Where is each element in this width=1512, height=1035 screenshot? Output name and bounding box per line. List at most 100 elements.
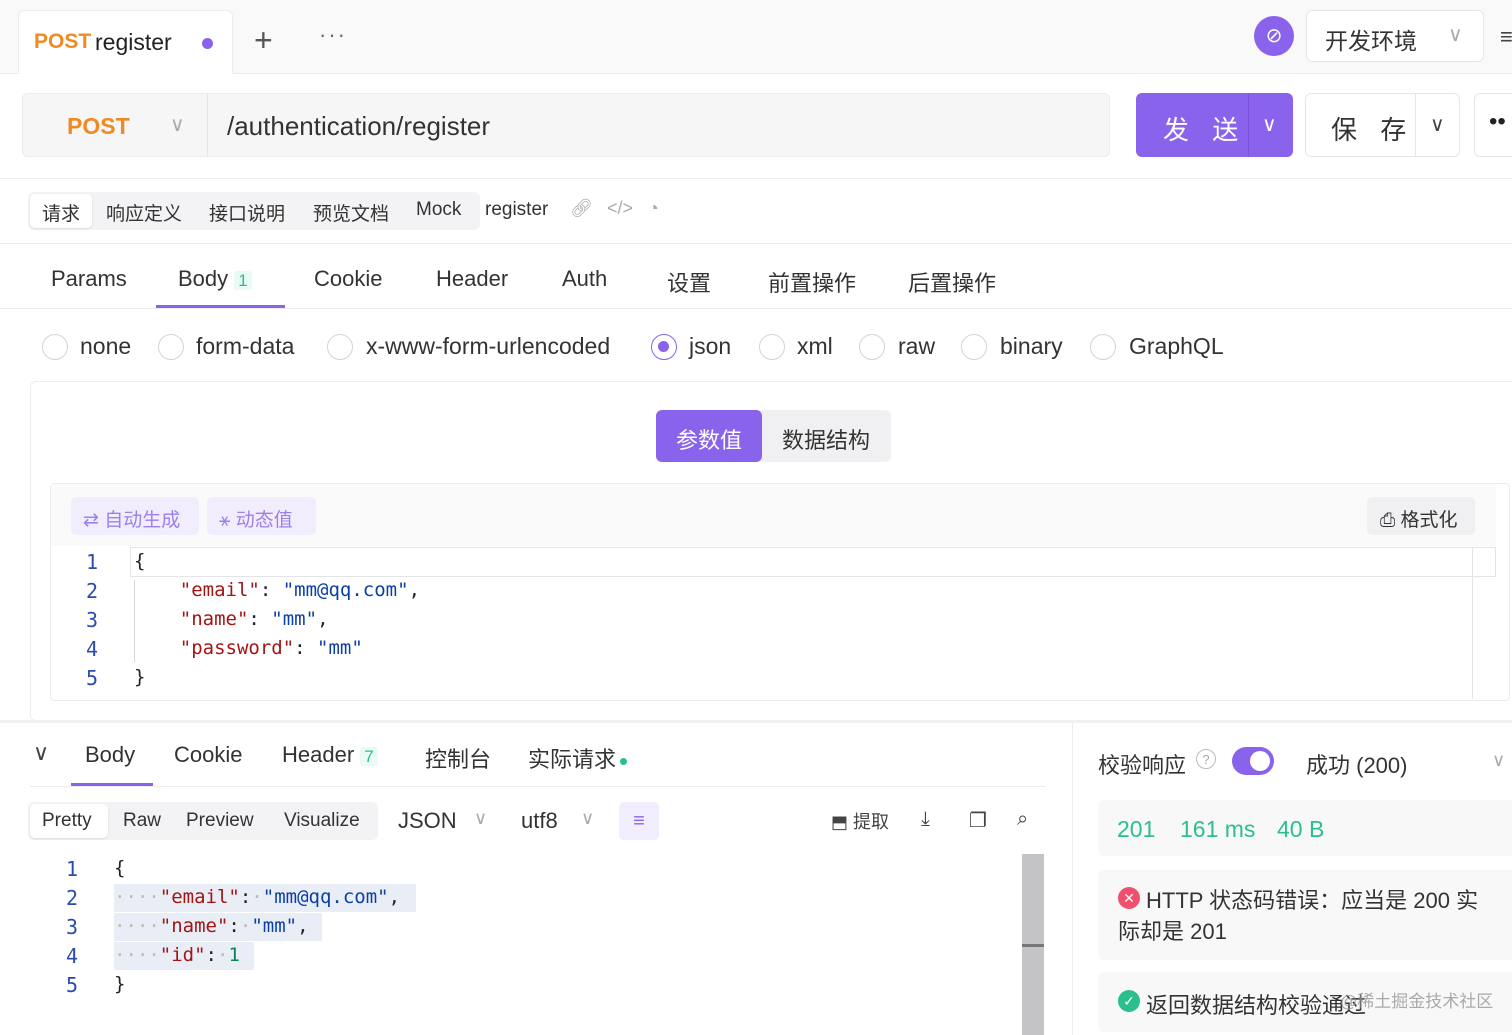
resp-tab-header-label: Header <box>282 742 355 767</box>
chevron-down-icon: ∨ <box>474 808 488 828</box>
radio-binary[interactable] <box>961 334 987 360</box>
line-number: 4 <box>65 944 78 968</box>
radio-label-raw: raw <box>898 333 936 359</box>
download-icon[interactable]: ⤓ <box>921 808 930 831</box>
view-raw[interactable]: Raw <box>123 810 161 832</box>
resp-tab-actual-request[interactable]: 实际请求 <box>528 742 628 774</box>
tab-method: POST <box>34 30 92 53</box>
line-number: 1 <box>65 857 78 881</box>
radio-label-xml: xml <box>797 333 833 359</box>
radio-label-binary: binary <box>1000 333 1063 359</box>
code-line: ····"name":·"mm", <box>114 915 309 937</box>
divider <box>0 243 1512 244</box>
tab-body[interactable]: Body 1 <box>178 266 252 292</box>
extract-button[interactable]: ⬒ 提取 <box>831 808 889 834</box>
resp-tab-body[interactable]: Body <box>85 742 135 768</box>
radio-label-graphql: GraphQL <box>1129 333 1224 359</box>
format-select[interactable]: JSON <box>398 808 457 834</box>
doc-tab-request[interactable]: 请求 <box>42 199 80 226</box>
code-line: { <box>114 857 126 879</box>
divider <box>0 308 1512 309</box>
resp-tab-cookie[interactable]: Cookie <box>174 742 242 768</box>
success-message: 返回数据结构校验通过 <box>1146 993 1367 1018</box>
save-options-chevron-icon[interactable]: ∨ <box>1430 112 1445 137</box>
chevron-down-icon: ∨ <box>1448 24 1463 46</box>
watermark: @稀土掘金技术社区 <box>1340 992 1494 1011</box>
send-divider <box>1248 93 1249 157</box>
tab-post-actions[interactable]: 后置操作 <box>908 266 996 298</box>
response-time: 161 ms <box>1180 816 1256 842</box>
tab-settings[interactable]: 设置 <box>667 266 711 298</box>
view-visualize[interactable]: Visualize <box>284 810 360 832</box>
radio-label-json: json <box>689 333 732 359</box>
scrollbar-marker <box>1022 944 1044 947</box>
api-name[interactable]: register <box>485 199 548 221</box>
radio-form-data[interactable] <box>158 334 184 360</box>
tab-auth[interactable]: Auth <box>562 266 607 292</box>
send-options-chevron-icon[interactable]: ∨ <box>1262 112 1277 137</box>
view-pretty[interactable]: Pretty <box>42 810 92 832</box>
menu-icon[interactable]: ≡ <box>1500 24 1512 50</box>
error-message: HTTP 状态码错误：应当是 200 实际却是 201 <box>1118 888 1479 944</box>
copy-icon[interactable]: ❐ <box>969 808 987 833</box>
search-icon[interactable]: ⌕ <box>1017 808 1028 831</box>
line-number: 3 <box>85 608 98 632</box>
tab-pre-actions[interactable]: 前置操作 <box>768 266 856 298</box>
chevron-down-icon: ∨ <box>1492 750 1506 770</box>
tab-body-label: Body <box>178 266 229 291</box>
tab-cookie[interactable]: Cookie <box>314 266 382 292</box>
tab-params[interactable]: Params <box>51 266 127 292</box>
more-tabs-icon[interactable]: ··· <box>319 22 347 48</box>
radio-label-form-data: form-data <box>196 333 295 359</box>
new-tab-plus-icon[interactable]: + <box>254 24 273 56</box>
code-line: } <box>134 666 146 688</box>
radio-none[interactable] <box>42 334 68 360</box>
resp-tab-console[interactable]: 控制台 <box>425 742 491 774</box>
validate-response-label: 校验响应 <box>1098 753 1187 778</box>
encoding-select[interactable]: utf8 <box>521 808 558 834</box>
radio-json[interactable] <box>651 334 677 360</box>
word-wrap-icon[interactable]: ≡ <box>619 802 659 840</box>
resp-tab-header[interactable]: Header 7 <box>282 742 378 768</box>
body-count-badge: 1 <box>234 271 252 290</box>
auto-generate-label: ⇄ 自动生成 <box>83 510 181 531</box>
more-dots-icon: •• <box>1489 108 1506 135</box>
history-icon[interactable]: ◔ <box>648 198 659 219</box>
mode-param-value[interactable]: 参数值 <box>676 423 742 455</box>
radio-urlencoded[interactable] <box>327 334 353 360</box>
doc-tab-preview-doc[interactable]: 预览文档 <box>313 199 389 226</box>
link-icon[interactable]: 🔗︎ <box>570 198 593 219</box>
response-divider <box>0 720 1512 723</box>
help-icon[interactable]: ? <box>1196 749 1216 769</box>
collapse-chevron-icon[interactable]: ∨ <box>33 740 49 766</box>
radio-xml[interactable] <box>759 334 785 360</box>
doc-tab-mock[interactable]: Mock <box>416 199 461 221</box>
env-icon[interactable]: ⊘ <box>1254 16 1294 56</box>
resp-tab-actual-request-label: 实际请求 <box>528 747 617 772</box>
tab-header[interactable]: Header <box>436 266 508 292</box>
code-line: ····"id":·1 <box>114 944 240 966</box>
code-line: "password": "mm" <box>179 637 363 659</box>
code-icon[interactable]: </> <box>607 198 633 219</box>
save-divider <box>1415 93 1416 157</box>
view-preview[interactable]: Preview <box>186 810 254 832</box>
panel-divider <box>1072 723 1073 1035</box>
line-number: 3 <box>65 915 78 939</box>
code-line: "email": "mm@qq.com", <box>179 579 421 601</box>
divider <box>0 178 1512 179</box>
url-input[interactable]: /authentication/register <box>227 111 490 142</box>
check-icon: ✓ <box>1118 990 1140 1012</box>
doc-tab-api-desc[interactable]: 接口说明 <box>209 199 285 226</box>
radio-raw[interactable] <box>859 334 885 360</box>
chevron-down-icon: ∨ <box>170 114 185 136</box>
radio-graphql[interactable] <box>1090 334 1116 360</box>
mode-data-struct[interactable]: 数据结构 <box>782 423 870 455</box>
doc-tab-response-def[interactable]: 响应定义 <box>106 199 182 226</box>
toggle-knob <box>1250 751 1270 771</box>
code-line: } <box>114 973 126 995</box>
header-count-badge: 7 <box>360 747 378 766</box>
status-dot <box>620 757 628 765</box>
send-label: 发 送 <box>1163 115 1247 145</box>
divider <box>30 786 1046 787</box>
expected-status-select[interactable]: 成功 (200) <box>1306 748 1407 780</box>
